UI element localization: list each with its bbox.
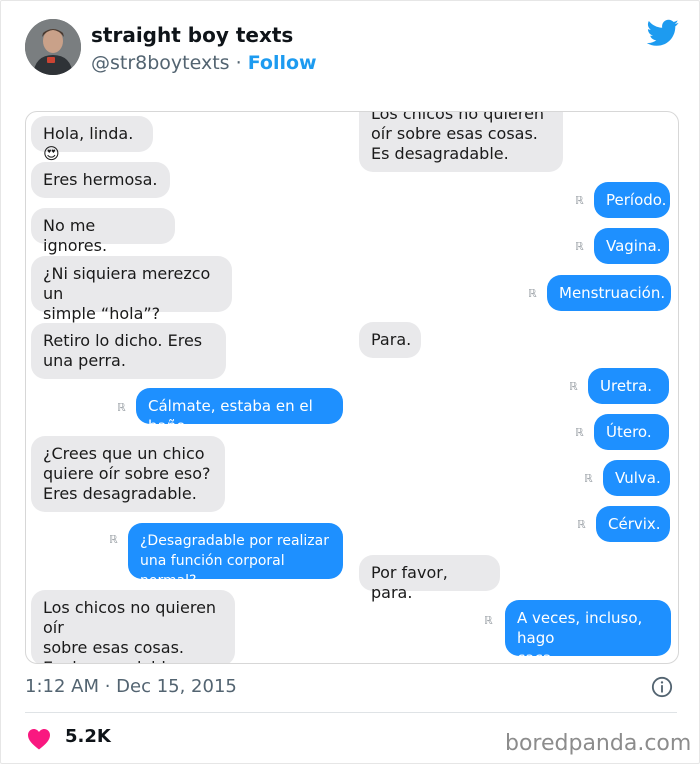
message-bubble: Vulva.	[603, 460, 670, 496]
message-bubble: Cérvix.	[596, 506, 670, 542]
message-bubble: Útero.	[594, 414, 669, 450]
heart-icon[interactable]	[27, 728, 51, 750]
message-bubble: Uretra.	[588, 368, 669, 404]
message-bubble: Vagina.	[594, 228, 669, 264]
read-receipt-icon: ℝ	[584, 472, 593, 485]
avatar[interactable]	[25, 19, 81, 75]
follow-button[interactable]: Follow	[248, 52, 317, 74]
read-receipt-icon: ℝ	[575, 426, 584, 439]
info-icon[interactable]	[651, 676, 673, 698]
twitter-bird-icon[interactable]	[647, 19, 679, 47]
message-bubble: Por favor, para.	[359, 555, 500, 602]
message-bubble: ¿Desagradable por realizar una función c…	[128, 523, 343, 589]
avatar-photo-icon	[25, 19, 81, 75]
read-receipt-icon: ℝ	[569, 380, 578, 393]
author-handle[interactable]: @str8boytexts	[91, 52, 230, 74]
message-bubble: A veces, incluso, hago caca.	[505, 600, 671, 663]
message-bubble: Los chicos no quieren oír sobre esas cos…	[359, 112, 563, 172]
tweet-timestamp[interactable]: 1:12 AM · Dec 15, 2015	[25, 676, 237, 697]
like-count[interactable]: 5.2K	[65, 726, 111, 747]
message-bubble: Menstruación.	[547, 275, 671, 311]
read-receipt-icon: ℝ	[575, 194, 584, 207]
watermark: boredpanda.com	[505, 731, 692, 756]
message-bubble: Hola, linda.😍	[31, 116, 153, 163]
message-bubble: Eres hermosa.	[31, 162, 170, 198]
read-receipt-icon: ℝ	[577, 518, 586, 531]
message-bubble: ¿Crees que un chico quiere oír sobre eso…	[31, 436, 225, 512]
tweet-card: straight boy texts @str8boytexts · Follo…	[0, 0, 700, 764]
author-name[interactable]: straight boy texts	[91, 23, 293, 47]
handle-separator: ·	[235, 52, 242, 74]
read-receipt-icon: ℝ	[484, 614, 493, 627]
message-bubble: ¿Ni siquiera merezco un simple “hola”?	[31, 256, 232, 323]
conversation-screenshot: Hola, linda.😍 Eres hermosa. No me ignore…	[25, 111, 679, 664]
divider	[25, 712, 677, 713]
author-handle-line: @str8boytexts · Follow	[91, 52, 317, 74]
message-bubble: Los chicos no quieren oír sobre esas cos…	[31, 590, 235, 663]
message-bubble: No me ignores.	[31, 208, 175, 255]
read-receipt-icon: ℝ	[117, 401, 126, 414]
read-receipt-icon: ℝ	[575, 240, 584, 253]
read-receipt-icon: ℝ	[528, 287, 537, 300]
read-receipt-icon: ℝ	[109, 533, 118, 546]
message-bubble: Cálmate, estaba en el baño.	[136, 388, 343, 435]
message-bubble: Período.	[594, 182, 670, 218]
message-bubble: Retiro lo dicho. Eres una perra.	[31, 323, 226, 379]
message-bubble: Para.	[359, 322, 421, 358]
